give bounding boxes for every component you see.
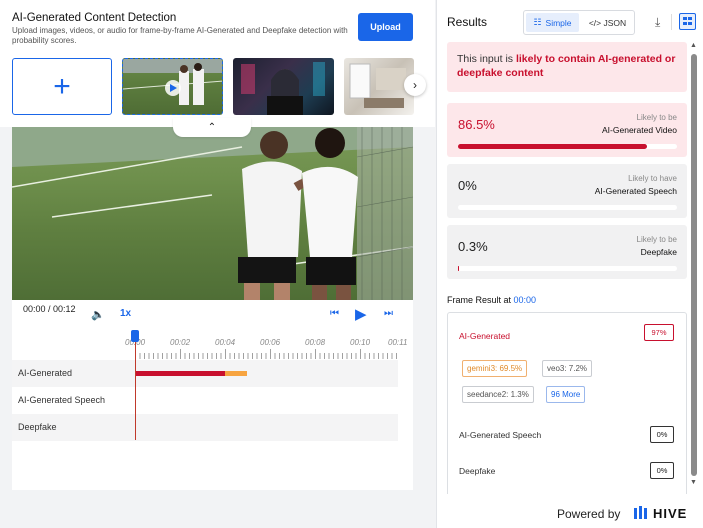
layout-toggle-icon[interactable] [679, 13, 696, 30]
score-percent: 0.3% [458, 239, 488, 254]
thumbnails-next-button[interactable]: › [404, 74, 426, 96]
score-card-ai-video: 86.5% Likely to be AI-Generated Video [447, 103, 687, 157]
score-card-deepfake: 0.3% Likely to be Deepfake [447, 225, 687, 279]
frame-result-time: 00:00 [513, 295, 537, 305]
score-caption: Likely to be [636, 113, 677, 122]
tick-label: 00:02 [170, 338, 191, 347]
collapse-thumbnails-button[interactable]: ⌃ [173, 118, 251, 137]
frame-ai-percent: 97% [644, 324, 674, 341]
score-percent: 0% [458, 178, 477, 193]
tick-label: 00:08 [305, 338, 326, 347]
score-bar [458, 144, 677, 149]
media-thumbnail-selected[interactable] [122, 58, 223, 115]
timeline-row-label: AI-Generated Speech [18, 395, 106, 405]
timeline-row: AI-Generated Speech [12, 387, 398, 414]
detection-timeline[interactable]: 00:00 00:02 00:04 00:06 00:08 00:10 00:1… [12, 330, 413, 490]
page-title: AI-Generated Content Detection [12, 12, 177, 24]
frame-result-label: Frame Result at [447, 295, 514, 305]
results-panel: Results ☷ Simple </> JSON ⤓ This input i… [436, 0, 703, 528]
video-controls: 00:00 / 00:12 🔈 1x ⏮ ▶ ⏭ [12, 300, 413, 330]
results-scroll-area[interactable]: This input is likely to contain AI-gener… [447, 42, 687, 494]
frame-deepfake-percent: 0% [650, 462, 674, 479]
page-subtitle: Upload images, videos, or audio for fram… [12, 26, 348, 45]
score-bar [458, 205, 677, 210]
ai-generated-segment-high[interactable] [136, 371, 225, 376]
frame-deepfake-label: Deepfake [459, 466, 496, 476]
frame-ai-label: AI-Generated [459, 331, 511, 341]
chevron-right-icon: › [413, 78, 417, 92]
score-bar-fill [458, 144, 648, 149]
tick-label: 00:11 [388, 338, 408, 347]
toolbar-divider [671, 14, 672, 30]
skip-forward-icon[interactable]: ⏭ [384, 308, 393, 319]
volume-icon[interactable]: 🔈 [91, 308, 105, 321]
soccer-thumbnail-image [123, 59, 222, 105]
frame-speech-label: AI-Generated Speech [459, 430, 542, 440]
upload-button[interactable]: Upload [358, 13, 413, 41]
ai-generated-segment-medium[interactable] [225, 371, 247, 376]
timeline-row-label: AI-Generated [18, 368, 73, 378]
video-preview[interactable] [12, 127, 413, 300]
add-media-button[interactable]: + [12, 58, 112, 115]
view-json-tab[interactable]: </> JSON [581, 13, 634, 32]
view-toggle: ☷ Simple </> JSON [523, 10, 635, 35]
left-panel: AI-Generated Content Detection Upload im… [0, 0, 435, 528]
model-chip[interactable]: veo3: 7.2% [542, 360, 593, 377]
list-icon: ☷ [533, 17, 542, 27]
skip-back-icon[interactable]: ⏮ [330, 308, 339, 319]
frame-result-title: Frame Result at 00:00 [447, 295, 536, 305]
score-bar [458, 266, 677, 271]
results-scrollbar[interactable]: ▲ ▼ [690, 42, 698, 490]
hive-logo-text: HIVE [653, 506, 688, 521]
score-percent: 86.5% [458, 117, 495, 132]
scrollbar-thumb[interactable] [691, 54, 697, 476]
score-caption: Likely to be [636, 235, 677, 244]
score-category: Deepfake [640, 247, 677, 257]
score-caption: Likely to have [628, 174, 677, 183]
grid-icon [683, 17, 692, 25]
chevron-up-icon: ⌃ [207, 122, 217, 133]
header: AI-Generated Content Detection Upload im… [0, 0, 435, 127]
verdict-alert: This input is likely to contain AI-gener… [447, 42, 687, 92]
frame-result-box: AI-Generated 97% gemini3: 69.5% veo3: 7.… [447, 312, 687, 494]
verdict-prefix: This input is [457, 53, 516, 65]
score-category: AI-Generated Speech [594, 186, 677, 196]
scroll-up-icon[interactable]: ▲ [690, 42, 697, 49]
results-title: Results [447, 15, 488, 29]
timeline-playhead[interactable] [135, 330, 136, 440]
hive-logo-icon [634, 506, 647, 519]
video-frame-image [12, 127, 413, 300]
timeline-row: Deepfake [12, 414, 398, 441]
view-simple-label: Simple [545, 17, 572, 28]
model-chip[interactable]: gemini3: 69.5% [462, 360, 528, 377]
playback-speed-button[interactable]: 1x [120, 308, 131, 319]
timeline-ruler [135, 349, 397, 359]
playhead-handle[interactable] [131, 330, 139, 342]
plus-icon: + [53, 69, 71, 103]
footer: Powered by HIVE [437, 497, 703, 528]
frame-speech-percent: 0% [650, 426, 674, 443]
scroll-down-icon[interactable]: ▼ [690, 479, 697, 486]
model-chip[interactable]: seedance2: 1.3% [462, 386, 534, 403]
time-display: 00:00 / 00:12 [23, 304, 76, 314]
tick-label: 00:04 [215, 338, 236, 347]
more-models-button[interactable]: 96 More [546, 386, 586, 403]
tick-label: 00:10 [350, 338, 371, 347]
tick-label: 00:06 [260, 338, 281, 347]
play-icon[interactable]: ▶ [355, 305, 367, 323]
app-root: AI-Generated Content Detection Upload im… [0, 0, 703, 528]
powered-by-text: Powered by [557, 507, 621, 521]
media-thumbnail[interactable] [233, 58, 334, 115]
download-icon[interactable]: ⤓ [655, 15, 660, 30]
view-simple-tab[interactable]: ☷ Simple [526, 13, 579, 32]
portrait-thumbnail-image [241, 62, 325, 115]
score-card-ai-speech: 0% Likely to have AI-Generated Speech [447, 164, 687, 218]
timeline-row-label: Deepfake [18, 422, 57, 432]
score-bar-fill [458, 266, 459, 271]
score-category: AI-Generated Video [602, 125, 677, 135]
